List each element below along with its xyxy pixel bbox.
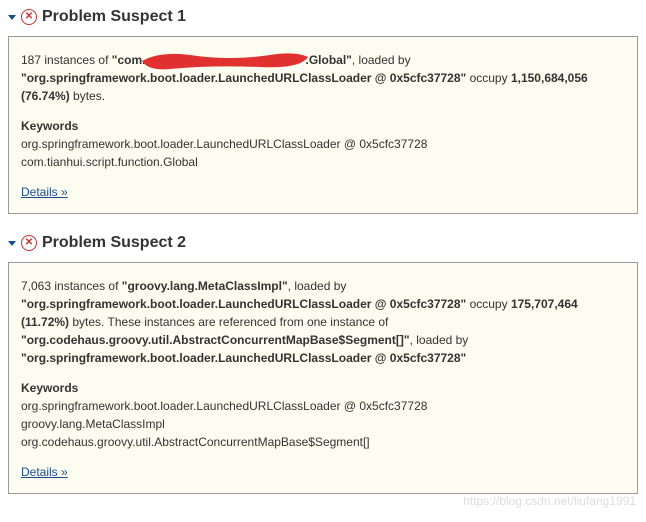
keywords-label: Keywords xyxy=(21,119,625,133)
bytes-label: bytes. xyxy=(72,315,104,329)
keyword-item: org.codehaus.groovy.util.AbstractConcurr… xyxy=(21,433,625,451)
keyword-item: org.springframework.boot.loader.Launched… xyxy=(21,135,625,153)
loader-name: org.springframework.boot.loader.Launched… xyxy=(27,297,461,311)
section-title: Problem Suspect 2 xyxy=(42,234,186,252)
keyword-item: com.tianhui.script.function.Global xyxy=(21,153,625,171)
keyword-item: org.springframework.boot.loader.Launched… xyxy=(21,397,625,415)
occupy-bytes: 1,150,684,056 xyxy=(511,71,588,85)
occupy-percent: (76.74%) xyxy=(21,89,70,103)
section-header: ✕ Problem Suspect 2 xyxy=(8,234,638,252)
section-header: ✕ Problem Suspect 1 xyxy=(8,8,638,26)
problem-suspect-1: ✕ Problem Suspect 1 187 instances of "co… xyxy=(8,8,638,214)
error-icon: ✕ xyxy=(21,9,37,25)
watermark: https://blog.csdn.net/liufang1991 xyxy=(463,494,636,508)
redacted-marker-icon xyxy=(145,53,305,69)
keywords-list: org.springframework.boot.loader.Launched… xyxy=(21,397,625,451)
details-link[interactable]: Details » xyxy=(21,185,68,199)
occupy-label: occupy xyxy=(470,297,508,311)
instances-of-label: instances of xyxy=(44,53,108,67)
problem-suspect-2: ✕ Problem Suspect 2 7,063 instances of "… xyxy=(8,234,638,494)
class-name: groovy.lang.MetaClassImpl xyxy=(127,279,281,293)
ref-text: These instances are referenced from one … xyxy=(108,315,389,329)
collapse-arrow-icon[interactable] xyxy=(8,15,16,20)
keyword-item: groovy.lang.MetaClassImpl xyxy=(21,415,625,433)
class-suffix: .Global xyxy=(305,53,346,67)
section-title: Problem Suspect 1 xyxy=(42,8,186,26)
details-link[interactable]: Details » xyxy=(21,465,68,479)
instance-count: 7,063 xyxy=(21,279,51,293)
problem-box: 7,063 instances of "groovy.lang.MetaClas… xyxy=(8,262,638,494)
keywords-list: org.springframework.boot.loader.Launched… xyxy=(21,135,625,171)
collapse-arrow-icon[interactable] xyxy=(8,241,16,246)
loaded-by-label-2: loaded by xyxy=(416,333,468,347)
loaded-by-label: loaded by xyxy=(359,53,411,67)
occupy-label: occupy xyxy=(470,71,508,85)
ref-class: org.codehaus.groovy.util.AbstractConcurr… xyxy=(27,333,404,347)
loaded-by-label: loaded by xyxy=(294,279,346,293)
bytes-label: bytes. xyxy=(73,89,105,103)
occupy-percent: (11.72%) xyxy=(21,315,69,329)
keywords-label: Keywords xyxy=(21,381,625,395)
instance-count: 187 xyxy=(21,53,41,67)
error-icon: ✕ xyxy=(21,235,37,251)
occupy-bytes: 175,707,464 xyxy=(511,297,578,311)
problem-description: 7,063 instances of "groovy.lang.MetaClas… xyxy=(21,277,625,367)
instances-of-label: instances of xyxy=(54,279,118,293)
problem-box: 187 instances of "com..Global", loaded b… xyxy=(8,36,638,214)
problem-description: 187 instances of "com..Global", loaded b… xyxy=(21,51,625,105)
ref-loader: org.springframework.boot.loader.Launched… xyxy=(27,351,461,365)
